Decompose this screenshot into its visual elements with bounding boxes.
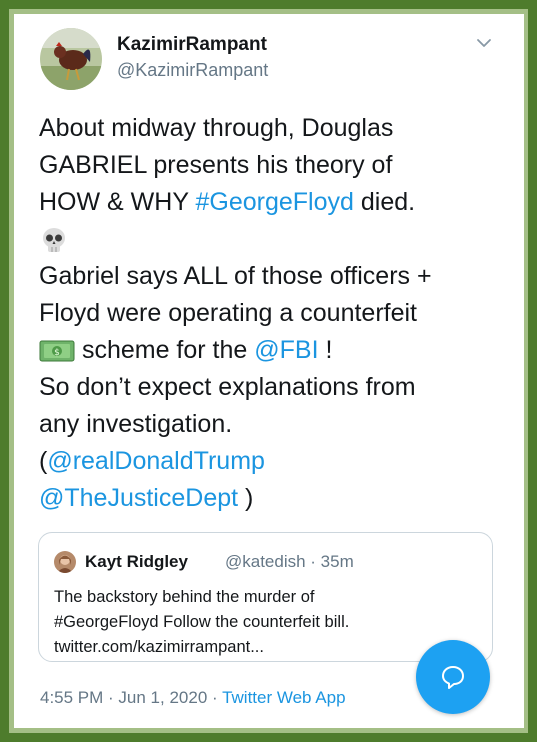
mention-link[interactable]: @realDonaldTrump [47,447,265,475]
tweet-text-line: @TheJusticeDept ) [39,480,509,517]
quoted-text-line: #GeorgeFloyd Follow the counterfeit bill… [54,613,350,631]
tweet-text: About midway through, Douglas GABRIEL pre… [39,110,509,517]
hashtag-link[interactable]: #GeorgeFloyd [195,188,353,216]
compose-reply-button[interactable] [416,640,490,714]
quoted-text: The backstory behind the murder of #Geor… [54,585,484,660]
compose-reply-icon [442,666,464,689]
tweet-card: KazimirRampant @KazimirRampant About mid… [14,14,524,728]
tweet-text-segment: HOW & WHY [39,188,196,216]
tweet-text-segment: Floyd were operating a counterfeit [39,299,417,327]
tweet-text-segment: ) [238,484,254,512]
rooster-avatar-icon [40,28,102,90]
tweet-text-line: (@realDonaldTrump [39,443,509,480]
tweet-text-line: GABRIEL presents his theory of [39,147,509,184]
tweet-text-segment: So don’t expect explanations from [39,373,416,401]
tweet-text-segment: any investigation. [39,410,233,438]
tweet-text-line: HOW & WHY #GeorgeFloyd died. [39,184,509,221]
tweet-text-segment: died. [353,188,416,216]
dollar-bill-emoji-icon: $ [39,336,75,364]
tweet-text-segment: scheme for the [75,336,255,364]
tweet-text-line: So don’t expect explanations from [39,369,509,406]
svg-text:$: $ [54,348,60,358]
source-link[interactable]: Twitter Web App [222,688,345,707]
avatar[interactable] [40,28,102,90]
tweet-text-line: Gabriel says ALL of those officers + [39,258,509,295]
quoted-text-line: twitter.com/kazimirrampant... [54,638,264,656]
quoted-tweet[interactable]: Kayt Ridgley @katedish · 35m The backsto… [38,532,493,662]
tweet-text-line: Floyd were operating a counterfeit [39,295,509,332]
tweet-text-segment: GABRIEL presents his theory of [39,151,393,179]
quoted-display-name: Kayt Ridgley [85,552,188,571]
tweet-text-line: $ scheme for the @FBI ! [39,332,509,369]
chevron-down-icon[interactable] [476,36,492,48]
handle[interactable]: @KazimirRampant [117,60,268,81]
timestamp[interactable]: 4:55 PM · Jun 1, 2020 · [40,688,222,707]
tweet-text-line [39,221,509,258]
quoted-avatar [54,551,76,573]
tweet-meta: 4:55 PM · Jun 1, 2020 · Twitter Web App [40,688,346,708]
tweet-text-line: About midway through, Douglas [39,110,509,147]
quoted-text-line: The backstory behind the murder of [54,588,315,606]
tweet-text-segment: Gabriel says ALL of those officers + [39,262,432,290]
mention-link[interactable]: @FBI [254,336,318,364]
tweet-text-segment: About midway through, Douglas [39,114,394,142]
mention-link[interactable]: @TheJusticeDept [39,484,238,512]
tweet-text-line: any investigation. [39,406,509,443]
quoted-handle-time: @katedish · 35m [225,552,354,571]
display-name[interactable]: KazimirRampant [117,34,267,56]
tweet-text-segment: ! [318,336,333,364]
skull-emoji-icon [39,225,69,253]
